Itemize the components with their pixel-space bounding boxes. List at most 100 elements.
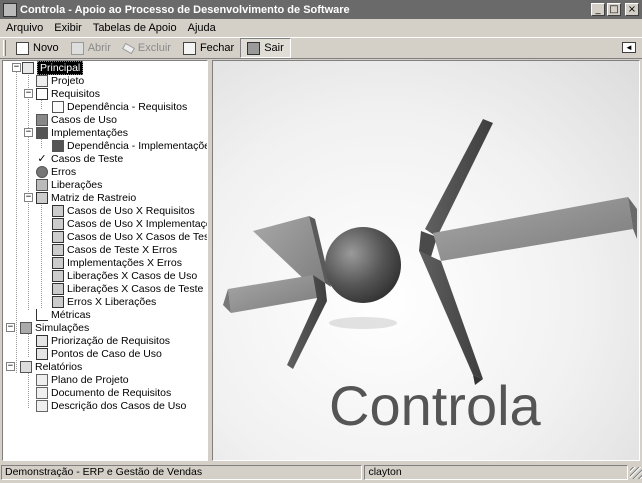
dependency-implementation-icon [52,139,64,152]
tree-label: Descrição dos Casos de Uso [51,399,187,412]
novo-label: Novo [33,42,59,54]
sair-label: Sair [264,42,284,54]
tree-item-projeto[interactable]: Projeto [36,74,84,87]
navigation-tree[interactable]: − Principal Projeto − Requisitos Dependê… [2,60,208,461]
left-chevron-shape [223,216,331,369]
matrix-icon [52,204,64,217]
matrix-icon [52,282,64,295]
tree-label: Implementações [51,126,129,139]
project-icon [36,74,48,87]
fechar-label: Fechar [199,42,235,54]
tree-item-matriz-3[interactable]: Casos de Uso X Casos de Teste [52,230,208,243]
relatorios-collapse-toggle[interactable]: − [6,362,15,371]
tree-label: Erros [51,165,77,178]
tree-item-metricas[interactable]: Métricas [36,308,91,321]
tree-label: Simulações [35,321,90,334]
matrix-icon [52,217,64,230]
tree-item-matriz-5[interactable]: Implementações X Erros [52,256,182,269]
implementacoes-collapse-toggle[interactable]: − [24,128,33,137]
tree-label: Principal [37,61,84,75]
matriz-collapse-toggle[interactable]: − [24,193,33,202]
fechar-button[interactable]: Fechar [177,38,240,58]
tree-item-liberacoes[interactable]: Liberações [36,178,102,191]
tree-label: Documento de Requisitos [51,386,172,399]
tree-item-casos-de-uso[interactable]: Casos de Uso [36,113,117,126]
sair-button[interactable]: Sair [240,38,291,58]
tree-item-pontos-caso-uso[interactable]: Pontos de Caso de Uso [36,347,162,360]
resize-grip[interactable] [630,466,642,479]
tree-item-casos-de-teste[interactable]: ✓ Casos de Teste [36,152,123,165]
title-bar: Controla - Apoio ao Processo de Desenvol… [0,0,642,19]
dependency-document-icon [52,100,64,113]
bug-icon [36,165,48,178]
tree-connector [16,72,17,373]
tree-label: Casos de Uso X Casos de Teste [67,230,208,243]
tree-item-erros[interactable]: Erros [36,165,76,178]
tree-item-relatorios[interactable]: Relatórios [20,360,82,373]
tree-label: Liberações X Casos de Uso [67,269,198,282]
sphere-shape [325,227,401,303]
open-folder-icon [70,41,84,55]
tree-item-dependencia-implementacoes[interactable]: Dependência - Implementações [52,139,208,152]
tree-item-implementacoes[interactable]: Implementações [36,126,128,139]
tree-item-requisitos[interactable]: Requisitos [36,87,100,100]
tree-item-matriz-1[interactable]: Casos de Uso X Requisitos [52,204,195,217]
toolbar-grip[interactable] [3,40,6,56]
tree-label: Priorização de Requisitos [51,334,171,347]
tree-label: Casos de Teste X Erros [67,243,178,256]
tree-label: Erros X Liberações [67,295,157,308]
novo-button[interactable]: Novo [10,38,65,58]
abrir-button[interactable]: Abrir [65,38,117,58]
exit-icon [247,41,261,55]
simulacoes-collapse-toggle[interactable]: − [6,323,15,332]
requisitos-collapse-toggle[interactable]: − [24,89,33,98]
simulation-icon [20,321,32,334]
menu-exibir[interactable]: Exibir [48,22,87,34]
table-icon [36,334,48,347]
app-icon [3,2,17,17]
tree-label: Casos de Teste [51,152,124,165]
new-document-icon [16,41,29,55]
table-icon [36,347,48,360]
tree-label: Dependência - Requisitos [67,100,188,113]
principal-collapse-toggle[interactable]: − [12,63,21,72]
tree-label: Dependência - Implementações [67,139,208,152]
tree-item-descricao-casos-uso[interactable]: Descrição dos Casos de Uso [36,399,186,412]
menu-arquivo[interactable]: Arquivo [0,22,48,34]
tree-item-matriz-6[interactable]: Liberações X Casos de Uso [52,269,197,282]
minimize-button[interactable]: _ [591,3,605,16]
tree-label: Liberações X Casos de Teste [67,282,204,295]
tree-item-plano-de-projeto[interactable]: Plano de Projeto [36,373,129,386]
implementation-icon [36,126,48,139]
menu-ajuda[interactable]: Ajuda [182,22,221,34]
tree-connector [28,332,29,357]
tree-item-principal[interactable]: Principal [22,61,84,75]
tree-item-priorizacao[interactable]: Priorização de Requisitos [36,334,170,347]
tree-connector [41,201,42,308]
excluir-button[interactable]: Excluir [117,38,177,58]
tree-label: Métricas [51,308,91,321]
report-page-icon [36,386,48,399]
tree-label: Casos de Uso [51,113,117,126]
tree-item-dependencia-requisitos[interactable]: Dependência - Requisitos [52,100,187,113]
tree-item-matriz-de-rastreio[interactable]: Matriz de Rastreio [36,191,136,204]
close-button[interactable]: × [625,3,639,16]
maximize-button[interactable]: □ [607,3,621,16]
tree-item-simulacoes[interactable]: Simulações [20,321,89,334]
tree-item-matriz-7[interactable]: Liberações X Casos de Teste [52,282,203,295]
tree-item-matriz-2[interactable]: Casos de Uso X Implementações [52,217,207,230]
tree-label: Relatórios [35,360,83,373]
eraser-icon [121,42,135,54]
requirements-icon [36,87,48,100]
tree-item-documento-requisitos[interactable]: Documento de Requisitos [36,386,171,399]
tree-label: Plano de Projeto [51,373,129,386]
tree-label: Matriz de Rastreio [51,191,137,204]
matrix-icon [52,243,64,256]
tree-item-matriz-8[interactable]: Erros X Liberações [52,295,156,308]
menu-tabelas-de-apoio[interactable]: Tabelas de Apoio [87,22,182,34]
reports-icon [20,360,32,373]
back-arrow-icon[interactable]: ◄ [622,42,636,53]
tree-label: Implementações X Erros [67,256,182,269]
toolbar: Novo Abrir Excluir Fechar Sair ◄ [0,37,642,59]
tree-item-matriz-4[interactable]: Casos de Teste X Erros [52,243,177,256]
